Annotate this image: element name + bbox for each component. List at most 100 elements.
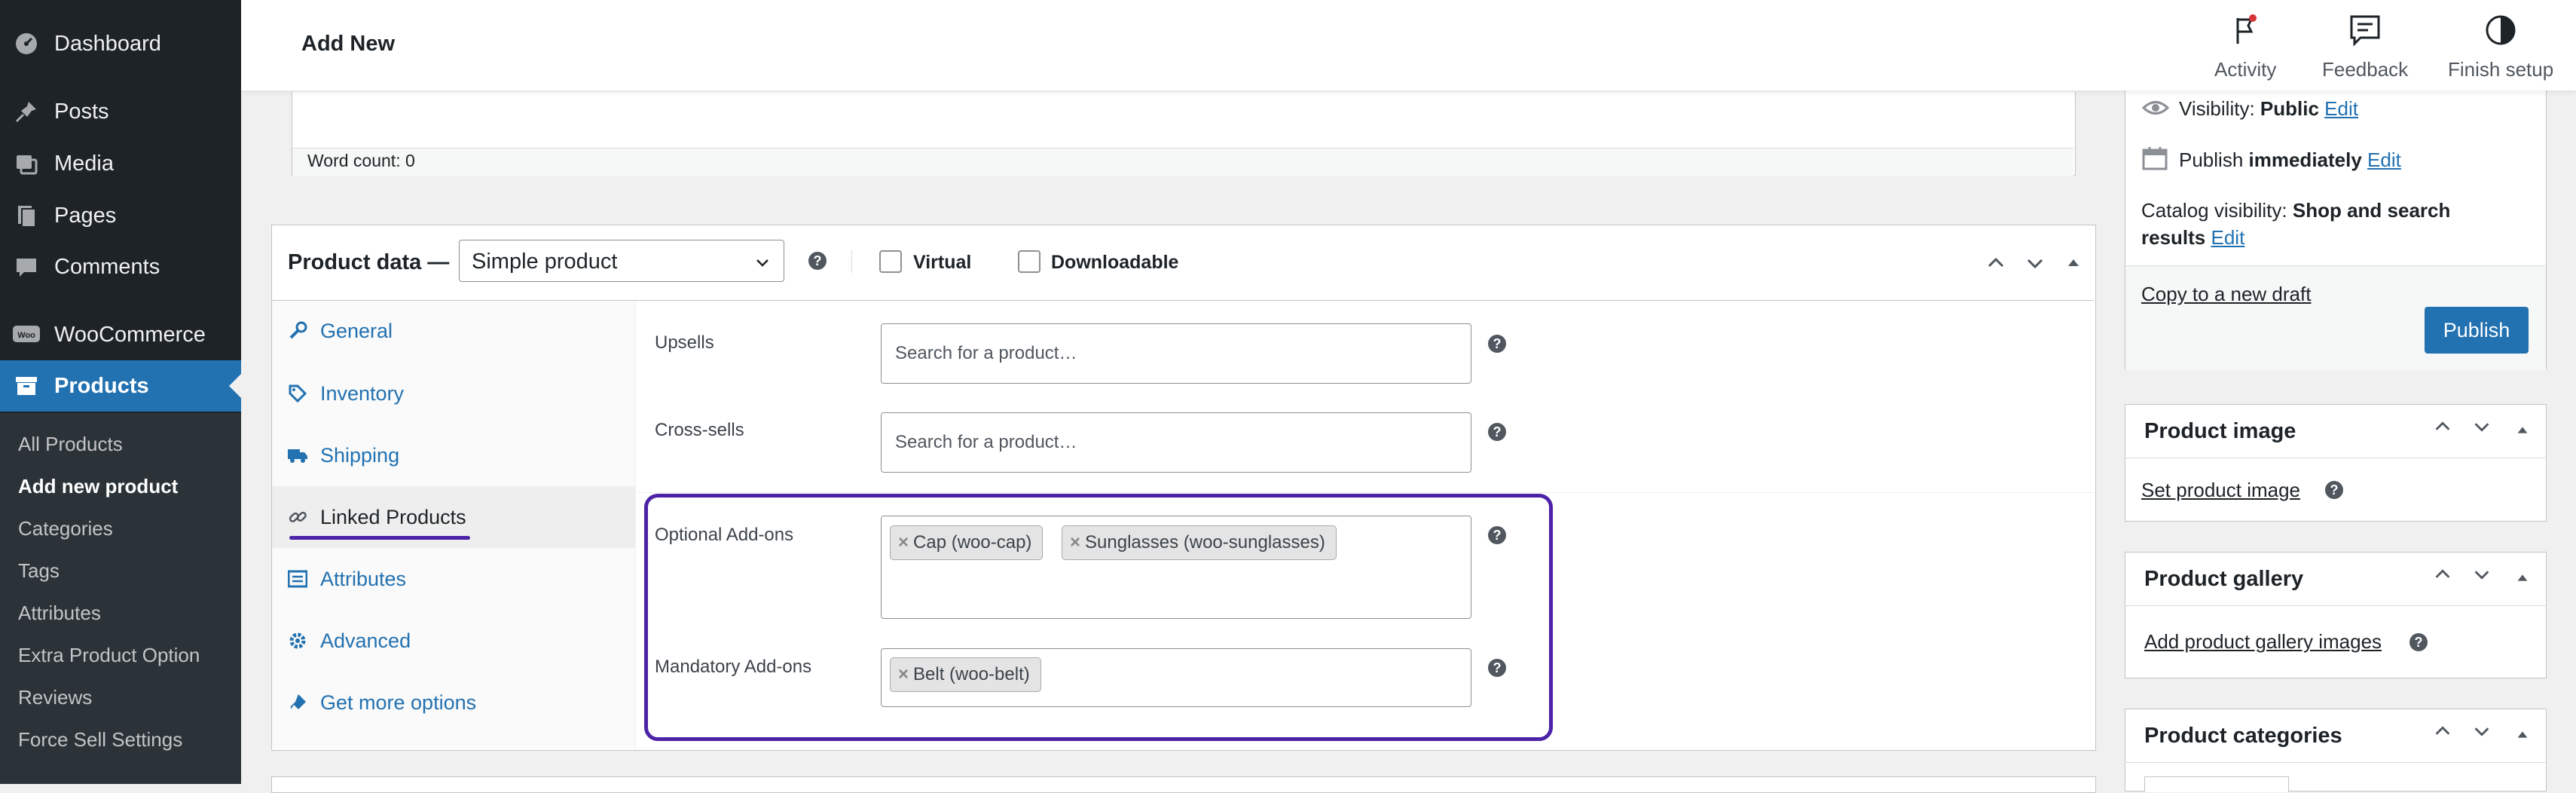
- help-icon[interactable]: ?: [808, 252, 827, 270]
- visibility-label: Visibility:: [2179, 97, 2255, 120]
- move-up-icon[interactable]: [2432, 416, 2453, 442]
- menu-posts[interactable]: Posts: [0, 86, 241, 137]
- visibility-row: Visibility: Public Edit: [2179, 97, 2358, 121]
- tab-label: Linked Products: [320, 505, 466, 528]
- downloadable-checkbox[interactable]: [1018, 250, 1040, 273]
- move-down-icon[interactable]: [2471, 721, 2492, 747]
- activity-button[interactable]: Activity: [2214, 14, 2276, 81]
- cross-sells-label: Cross-sells: [655, 420, 744, 440]
- add-gallery-images-link[interactable]: Add product gallery images: [2144, 630, 2382, 654]
- cross-sells-input[interactable]: Search for a product…: [881, 412, 1471, 473]
- tab-shipping[interactable]: Shipping: [272, 424, 635, 486]
- downloadable-label: Downloadable: [1051, 252, 1179, 273]
- feedback-button[interactable]: Feedback: [2322, 14, 2408, 81]
- submenu-all-products[interactable]: All Products: [18, 433, 123, 456]
- menu-label: Media: [54, 151, 114, 176]
- catalog-visibility-row: Catalog visibility: Shop and search: [2141, 199, 2450, 222]
- collapse-toggle-icon[interactable]: [2514, 567, 2531, 591]
- virtual-checkbox[interactable]: [879, 250, 902, 273]
- help-icon[interactable]: ?: [2409, 633, 2428, 651]
- menu-comments[interactable]: Comments: [0, 241, 241, 292]
- product-image-title: Product image: [2144, 419, 2296, 443]
- upsells-label: Upsells: [655, 332, 714, 353]
- submenu-reviews[interactable]: Reviews: [18, 686, 92, 709]
- menu-label: Posts: [54, 99, 109, 124]
- move-up-icon[interactable]: [2432, 564, 2453, 590]
- tab-get-more-options[interactable]: Get more options: [272, 672, 635, 733]
- media-icon: [12, 149, 41, 178]
- current-arrow: [229, 374, 241, 398]
- move-up-icon[interactable]: [2432, 721, 2453, 747]
- menu-pages[interactable]: Pages: [0, 190, 241, 241]
- submenu-extra-product-option[interactable]: Extra Product Option: [18, 644, 200, 667]
- product-gallery-title: Product gallery: [2144, 567, 2304, 591]
- editor-status-bar: [292, 148, 2073, 176]
- publish-date-edit-link[interactable]: Edit: [2367, 148, 2401, 171]
- move-down-icon[interactable]: [2471, 564, 2492, 590]
- move-down-icon[interactable]: [2024, 252, 2046, 278]
- category-tab[interactable]: [2144, 776, 2289, 792]
- menu-label: WooCommerce: [54, 322, 206, 347]
- collapse-toggle-icon[interactable]: [2514, 724, 2531, 748]
- tab-attributes[interactable]: Attributes: [272, 548, 635, 610]
- archive-icon: [12, 372, 41, 400]
- activity-label: Activity: [2214, 58, 2277, 81]
- submenu-categories[interactable]: Categories: [18, 517, 113, 540]
- upsells-input[interactable]: Search for a product…: [881, 323, 1471, 384]
- visibility-edit-link[interactable]: Edit: [2324, 97, 2358, 120]
- flag-icon: [2230, 14, 2260, 58]
- submenu-tags[interactable]: Tags: [18, 559, 60, 583]
- chevron-down-icon: [753, 253, 772, 277]
- tab-label: Get more options: [320, 690, 477, 714]
- tab-label: Shipping: [320, 443, 400, 467]
- catalog-visibility-edit-link[interactable]: Edit: [2211, 226, 2245, 249]
- publish-date-row: Publish immediately Edit: [2179, 148, 2401, 172]
- product-type-select[interactable]: Simple product: [459, 240, 784, 282]
- menu-woocommerce[interactable]: Woo WooCommerce: [0, 309, 241, 360]
- tab-label: Inventory: [320, 381, 405, 405]
- tab-general[interactable]: General: [272, 300, 635, 362]
- tab-advanced[interactable]: Advanced: [272, 610, 635, 672]
- move-up-icon[interactable]: [1985, 252, 2007, 278]
- submenu-add-new-product[interactable]: Add new product: [18, 475, 178, 498]
- help-icon[interactable]: ?: [2325, 481, 2343, 499]
- pin-icon: [12, 97, 41, 126]
- menu-label: Dashboard: [54, 31, 161, 56]
- menu-products[interactable]: Products: [0, 360, 241, 412]
- feedback-icon: [2348, 14, 2382, 58]
- submenu-attributes[interactable]: Attributes: [18, 602, 101, 625]
- copy-to-draft-link[interactable]: Copy to a new draft: [2141, 283, 2311, 306]
- publish-label: Publish: [2179, 148, 2244, 171]
- submenu-force-sell-settings[interactable]: Force Sell Settings: [18, 728, 182, 752]
- tab-label: Advanced: [320, 629, 411, 652]
- gear-icon: [287, 630, 308, 651]
- collapse-toggle-icon[interactable]: [2514, 419, 2531, 443]
- help-icon[interactable]: ?: [1488, 335, 1506, 353]
- dashboard-icon: [12, 29, 41, 58]
- calendar-icon: [2142, 146, 2168, 174]
- next-meta-box: [271, 776, 2096, 793]
- tag-icon: [287, 383, 308, 404]
- eye-icon: [2141, 96, 2170, 123]
- move-down-icon[interactable]: [2471, 416, 2492, 442]
- help-icon[interactable]: ?: [1488, 423, 1506, 441]
- menu-label: Comments: [54, 254, 160, 279]
- finish-setup-label: Finish setup: [2448, 58, 2554, 81]
- tab-label: General: [320, 319, 393, 342]
- cross-sells-placeholder: Search for a product…: [895, 432, 1077, 452]
- list-icon: [287, 568, 308, 589]
- catalog-visibility-label: Catalog visibility:: [2141, 199, 2287, 222]
- menu-media[interactable]: Media: [0, 138, 241, 189]
- collapse-toggle-icon[interactable]: [2064, 253, 2082, 275]
- visibility-value: Public: [2260, 97, 2319, 120]
- set-product-image-link[interactable]: Set product image: [2141, 479, 2300, 502]
- publish-button[interactable]: Publish: [2425, 307, 2529, 354]
- virtual-label: Virtual: [913, 252, 972, 273]
- product-type-value: Simple product: [472, 250, 618, 274]
- svg-text:Woo: Woo: [17, 331, 35, 340]
- comments-icon: [12, 253, 41, 281]
- menu-dashboard[interactable]: Dashboard: [0, 18, 241, 69]
- wrench-icon: [287, 320, 308, 341]
- tab-inventory[interactable]: Inventory: [272, 363, 635, 424]
- finish-setup-button[interactable]: Finish setup: [2448, 14, 2553, 81]
